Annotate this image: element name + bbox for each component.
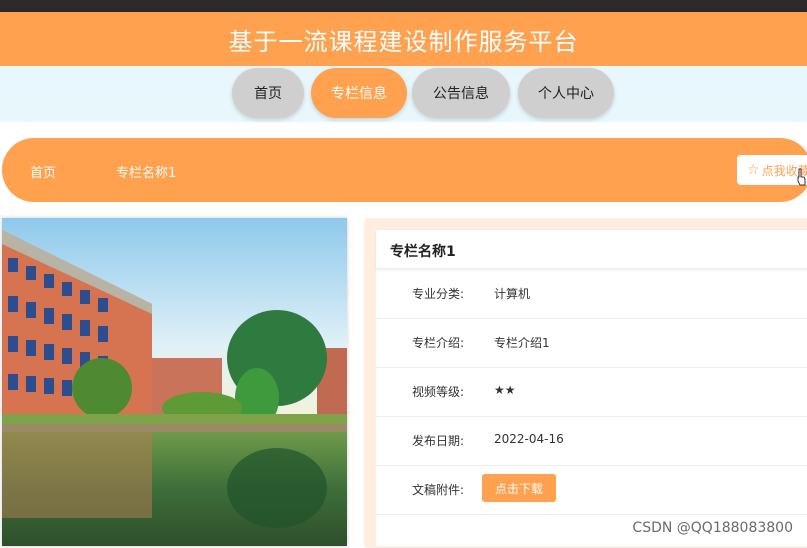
row-value: 2022-04-16 <box>494 432 564 446</box>
detail-row-video-level: 视频等级: ★★ <box>376 367 807 417</box>
hand-cursor-icon <box>797 168 806 186</box>
detail-row-intro: 专栏介绍: 专栏介绍1 <box>376 318 807 368</box>
nav-item-home[interactable]: 首页 <box>232 68 304 118</box>
site-header: 基于一流课程建设制作服务平台 <box>0 12 807 66</box>
rating-stars: ★★ <box>494 383 516 397</box>
row-label: 文稿附件: <box>411 483 464 497</box>
site-title: 基于一流课程建设制作服务平台 <box>228 27 579 56</box>
nav-item-announcements[interactable]: 公告信息 <box>412 68 510 118</box>
breadcrumb: 首页 专栏名称1 <box>2 138 807 202</box>
breadcrumb-home[interactable]: 首页 <box>30 162 56 181</box>
detail-row-attachment: 文稿附件: 点击下载 <box>376 465 807 515</box>
detail-title: 专栏名称1 <box>390 244 456 260</box>
main-nav: 首页 专栏信息 公告信息 个人中心 <box>0 66 807 122</box>
watermark: CSDN @QQ188083800 <box>632 520 793 536</box>
row-label: 专业分类: <box>411 287 464 301</box>
breadcrumb-current: 专栏名称1 <box>116 166 177 181</box>
download-button[interactable]: 点击下载 <box>482 474 556 502</box>
nav-item-personal-center[interactable]: 个人中心 <box>518 68 614 118</box>
detail-title-bar: 专栏名称1 <box>376 230 807 269</box>
detail-row-publish-date: 发布日期: 2022-04-16 <box>376 416 807 466</box>
row-value: 专栏介绍1 <box>494 336 550 350</box>
row-label: 视频等级: <box>411 385 464 399</box>
detail-row-category: 专业分类: 计算机 <box>376 269 807 319</box>
row-label: 发布日期: <box>411 434 464 448</box>
window-top-strip <box>0 0 807 12</box>
row-value: 计算机 <box>494 287 531 301</box>
nav-item-column-info[interactable]: 专栏信息 <box>311 68 407 118</box>
row-label: 专栏介绍: <box>411 336 464 350</box>
star-icon: ☆ <box>747 162 760 178</box>
campus-photo <box>2 218 347 546</box>
